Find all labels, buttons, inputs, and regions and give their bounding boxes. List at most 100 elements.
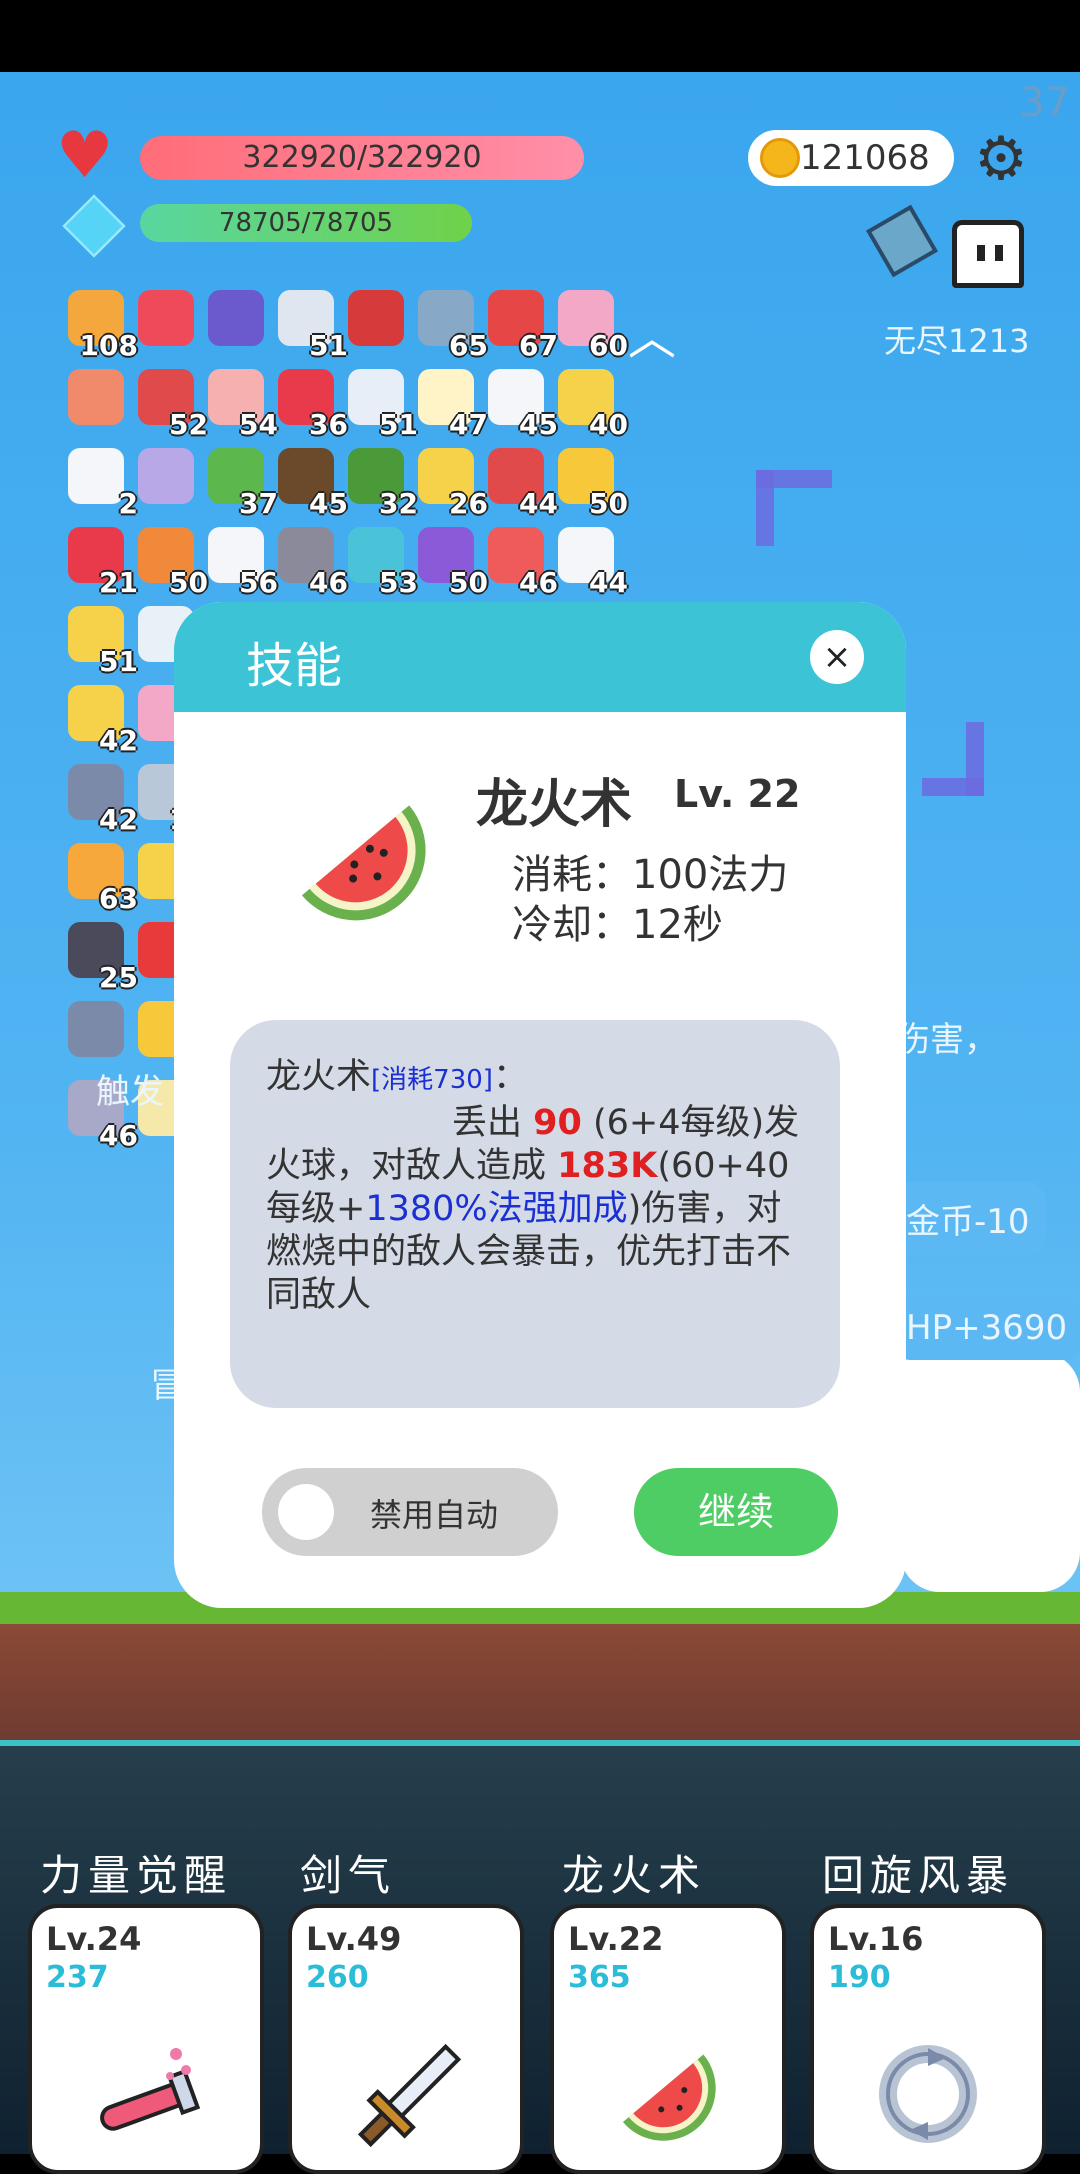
inventory-item[interactable]: [132, 286, 202, 356]
skill-card-cost: 237: [46, 1960, 109, 1995]
magnet-icon: [348, 290, 404, 346]
inventory-item[interactable]: 45: [482, 365, 558, 441]
inventory-item[interactable]: 42: [62, 760, 138, 836]
inventory-item[interactable]: 67: [482, 286, 558, 362]
inventory-item[interactable]: 36: [272, 365, 348, 441]
potion-icon: [86, 2034, 206, 2158]
inventory-item[interactable]: 52: [132, 365, 208, 441]
skill-card-level: Lv.22: [568, 1920, 664, 1958]
inventory-item[interactable]: 51: [62, 602, 138, 678]
skill-label: 剑气: [300, 1851, 397, 1900]
desc-cost-tag: [消耗730]: [371, 1065, 493, 1095]
item-count: 50: [589, 487, 628, 520]
close-button[interactable]: ×: [810, 630, 864, 684]
inventory-item[interactable]: [342, 286, 412, 356]
whirlwind-icon: [868, 2034, 988, 2158]
fps-counter: 37: [1019, 80, 1070, 126]
dialog-header: 技能 ×: [174, 602, 906, 712]
inventory-item[interactable]: [62, 365, 132, 435]
wizard-hat-icon: [208, 290, 264, 346]
skill-label: 回旋风暴: [822, 1851, 1015, 1900]
harm-text: 伤害，: [896, 1020, 998, 1060]
inventory-item[interactable]: 46: [272, 523, 348, 599]
inventory-item[interactable]: 47: [412, 365, 488, 441]
skill-card-level: Lv.49: [306, 1920, 402, 1958]
status-bar: [0, 0, 1080, 72]
inventory-item[interactable]: 45: [272, 444, 348, 520]
inventory-item[interactable]: 44: [482, 444, 558, 520]
coin-counter: 121068: [748, 130, 954, 186]
inventory-item[interactable]: [132, 444, 202, 514]
sword-icon: [341, 2034, 471, 2168]
skill-card[interactable]: Lv.22 365: [550, 1904, 786, 2174]
continue-button[interactable]: 继续: [634, 1468, 838, 1556]
dialog-title: 技能: [246, 638, 343, 694]
skill-card[interactable]: Lv.24 237: [28, 1904, 264, 2174]
skill-card[interactable]: Lv.16 190: [810, 1904, 1046, 2174]
mp-bar: 78705/78705: [140, 204, 472, 242]
unicorn-icon: [138, 448, 194, 504]
inventory-item[interactable]: 65: [412, 286, 488, 362]
inventory-item[interactable]: 40: [552, 365, 628, 441]
cloud-icon: [68, 448, 124, 504]
inventory-item[interactable]: 42: [62, 681, 138, 757]
watermelon-icon: [301, 805, 426, 921]
hp-chip: HP+3690: [890, 1296, 1080, 1360]
inventory-item[interactable]: 51: [272, 286, 348, 362]
skill-level: Lv. 22: [674, 772, 801, 816]
skill-card-cost: 260: [306, 1960, 369, 1995]
hp-bar: 322920/322920: [140, 136, 584, 180]
skill-card-cost: 365: [568, 1960, 631, 1995]
heart-icon: ♥: [56, 119, 114, 193]
skill-label: 力量觉醒: [40, 1851, 233, 1900]
trigger-text: 触发: [96, 1072, 164, 1112]
cooldown-line: 冷却：12秒: [512, 902, 723, 948]
compass-icon: [68, 1001, 124, 1057]
desc-part1: 丢出: [452, 1103, 534, 1143]
inventory-item[interactable]: 2: [62, 444, 138, 520]
disable-auto-toggle[interactable]: 禁用自动: [262, 1468, 558, 1556]
inventory-item[interactable]: 56: [202, 523, 278, 599]
skill-name: 龙火术: [476, 775, 633, 835]
inventory-item[interactable]: 108: [62, 286, 138, 362]
skill-card-level: Lv.24: [46, 1920, 142, 1958]
inventory-item[interactable]: 25: [62, 918, 138, 994]
gear-icon[interactable]: ⚙: [970, 128, 1032, 190]
skill-card-cost: 190: [828, 1960, 891, 1995]
desc-bonus: 1380%法强加成: [365, 1189, 628, 1229]
skill-dialog: 技能 × 龙火术 Lv. 22 消耗：100法力 冷却：12秒 龙火术[消耗73…: [174, 602, 906, 1608]
description-box: 龙火术[消耗730]： 丢出 90 (6+4每级)发火球，对敌人造成 183K(…: [230, 1020, 840, 1408]
collapse-chevron-icon[interactable]: ︿: [628, 298, 676, 368]
ground-dirt: [0, 1624, 1080, 1746]
inventory-item[interactable]: 46: [482, 523, 558, 599]
endless-label: 无尽1213: [884, 322, 1030, 360]
desc-count: 90: [533, 1103, 582, 1143]
inventory-item[interactable]: 26: [412, 444, 488, 520]
inventory-item[interactable]: 21: [62, 523, 138, 599]
inventory-item[interactable]: 37: [202, 444, 278, 520]
inventory-item[interactable]: 44: [552, 523, 628, 599]
inventory-item[interactable]: 50: [412, 523, 488, 599]
gold-chip: 金币-10: [890, 1182, 1046, 1255]
inventory-item[interactable]: 32: [342, 444, 418, 520]
crown-icon: [68, 369, 124, 425]
skill-label: 龙火术: [562, 1851, 707, 1900]
inventory-item[interactable]: [62, 997, 132, 1067]
inventory-item[interactable]: 63: [62, 839, 138, 915]
inventory-item[interactable]: 51: [342, 365, 418, 441]
inventory-item[interactable]: 54: [202, 365, 278, 441]
description-text: 龙火术[消耗730]： 丢出 90 (6+4每级)发火球，对敌人造成 183K(…: [266, 1056, 806, 1317]
cloud: [900, 1432, 1080, 1592]
skill-card-level: Lv.16: [828, 1920, 924, 1958]
purple-bracket-bottom-v: [966, 722, 984, 796]
skill-card[interactable]: Lv.49 260: [288, 1904, 524, 2174]
purple-bracket-top-v: [756, 470, 774, 546]
inventory-item[interactable]: [202, 286, 272, 356]
inventory-item[interactable]: 53: [342, 523, 418, 599]
item-count: 108: [79, 329, 138, 362]
ghost-icon[interactable]: [952, 220, 1024, 288]
watermelon-icon: [608, 2034, 728, 2158]
inventory-item[interactable]: 50: [552, 444, 628, 520]
inventory-item[interactable]: 60: [552, 286, 628, 362]
inventory-item[interactable]: 50: [132, 523, 208, 599]
